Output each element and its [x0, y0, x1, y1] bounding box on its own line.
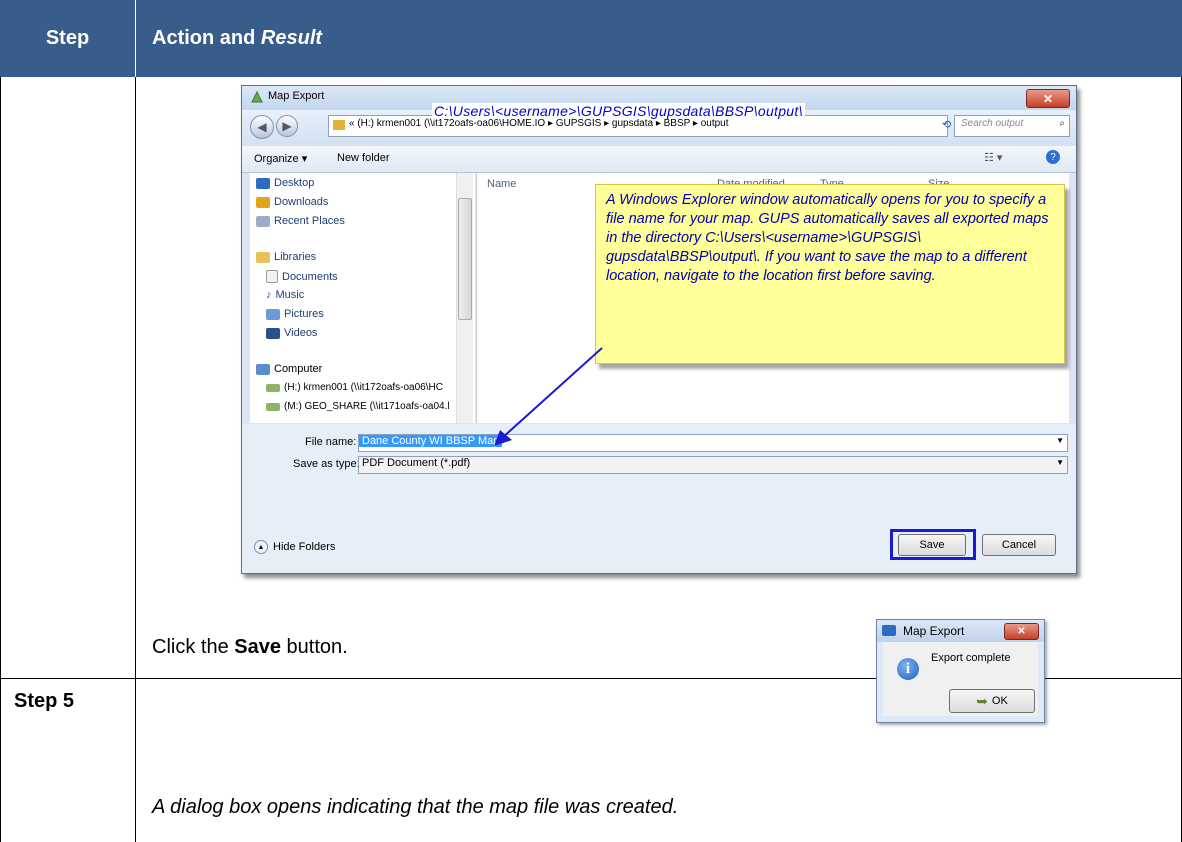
row1-instruction: Click the Save button.: [152, 636, 348, 659]
mini-message: Export complete: [931, 652, 1011, 664]
nav-desktop-label: Desktop: [274, 177, 315, 189]
folder-icon: [333, 120, 345, 130]
new-folder-button[interactable]: New folder: [337, 152, 390, 164]
nav-videos[interactable]: Videos: [266, 327, 317, 339]
nav-videos-label: Videos: [284, 327, 318, 339]
nav-pictures[interactable]: Pictures: [266, 308, 324, 320]
recent-places-icon: [256, 215, 270, 227]
refresh-icon[interactable]: ⟲: [942, 118, 951, 131]
libraries-icon: [256, 251, 270, 263]
export-complete-dialog: Map Export ✕ i Export complete ➥ OK: [876, 619, 1045, 723]
view-icon[interactable]: ☷ ▾: [984, 151, 1002, 164]
nav-downloads[interactable]: Downloads: [256, 196, 328, 208]
mini-title: Map Export: [903, 624, 965, 638]
save-type-select[interactable]: PDF Document (*.pdf) ▼: [358, 456, 1068, 474]
info-icon: i: [897, 658, 919, 680]
computer-icon: [256, 363, 270, 375]
header-action: Action and Result: [152, 0, 322, 77]
close-button[interactable]: ✕: [1026, 89, 1070, 108]
music-icon: ♪: [266, 289, 272, 301]
help-icon[interactable]: ?: [1046, 150, 1060, 164]
mini-body: i Export complete ➥ OK: [883, 642, 1038, 716]
nav-downloads-label: Downloads: [274, 196, 329, 208]
file-name-input[interactable]: Dane County WI BBSP Map ▼: [358, 434, 1068, 452]
save-type-label: Save as type:: [293, 458, 360, 470]
documents-icon: [266, 270, 278, 283]
back-arrow-icon: ◀: [257, 120, 267, 134]
nav-libraries-label: Libraries: [274, 251, 317, 263]
callout-arrow: [494, 347, 603, 446]
arrow-icon: ➥: [976, 692, 988, 709]
dialog-title: Map Export: [268, 90, 325, 102]
navigation-pane: Desktop Downloads Recent Places Librarie…: [250, 173, 475, 423]
ok-label: OK: [991, 695, 1008, 707]
column-name[interactable]: Name: [487, 178, 516, 190]
address-path: « (H:) krmen001 (\\it172oafs-oa06\HOME.I…: [349, 118, 729, 129]
network-drive-icon: [266, 383, 280, 392]
nav-drive-h[interactable]: (H:) krmen001 (\\it172oafs-oa06\HC: [266, 382, 443, 393]
dialog-toolbar: Organize ▾ New folder ☷ ▾ ?: [242, 146, 1076, 173]
header-divider: [135, 0, 136, 77]
nav-scroll-thumb[interactable]: [458, 198, 472, 320]
row2-step-label: Step 5: [14, 690, 75, 712]
chevron-down-icon: ▼: [1056, 458, 1064, 467]
nav-documents[interactable]: Documents: [266, 270, 338, 283]
ok-button[interactable]: ➥ OK: [949, 689, 1035, 713]
mini-titlebar: Map Export ✕: [877, 620, 1044, 642]
header-result-label: Result: [260, 27, 323, 49]
search-placeholder: Search output: [961, 118, 1024, 129]
nav-drive-h-label: (H:) krmen001 (\\it172oafs-oa06\HC: [284, 382, 443, 393]
save-button[interactable]: Save: [898, 534, 966, 556]
nav-documents-label: Documents: [282, 270, 338, 283]
nav-drive-m[interactable]: (M:) GEO_SHARE (\\it171oafs-oa04.l: [266, 401, 450, 412]
desktop-icon: [256, 177, 270, 189]
file-name-label: File name:: [305, 436, 357, 448]
app-icon: [882, 625, 896, 636]
row2-description: A dialog box opens indicating that the m…: [152, 796, 679, 818]
organize-button[interactable]: Organize ▾: [254, 152, 307, 165]
nav-music-label: Music: [275, 289, 305, 301]
nav-desktop[interactable]: Desktop: [256, 177, 314, 189]
header-step: Step: [45, 27, 90, 49]
chevron-down-icon: ▼: [1056, 436, 1064, 445]
forward-arrow-icon: ▶: [282, 119, 292, 133]
row1-suffix: button.: [280, 636, 348, 658]
app-icon: [251, 90, 263, 103]
search-icon: ⌕: [1059, 118, 1065, 129]
header-action-label: Action and: [152, 27, 256, 49]
nav-libraries[interactable]: Libraries: [256, 251, 316, 263]
row1-bold: Save: [234, 636, 281, 658]
cancel-button[interactable]: Cancel: [982, 534, 1056, 556]
nav-music[interactable]: ♪ Music: [266, 289, 304, 301]
nav-computer[interactable]: Computer: [256, 363, 322, 375]
save-type-value: PDF Document (*.pdf): [362, 457, 471, 469]
nav-drive-m-label: (M:) GEO_SHARE (\\it171oafs-oa04.l: [284, 401, 450, 412]
nav-pictures-label: Pictures: [284, 308, 324, 320]
row1-prefix: Click the: [152, 636, 235, 658]
pictures-icon: [266, 308, 280, 320]
forward-button[interactable]: ▶: [276, 115, 298, 137]
hide-folders-toggle[interactable]: ▲ Hide Folders: [254, 540, 335, 554]
downloads-icon: [256, 196, 270, 208]
close-button[interactable]: ✕: [1004, 623, 1039, 640]
network-drive-icon: [266, 402, 280, 411]
nav-recent[interactable]: Recent Places: [256, 215, 345, 227]
address-overlay: C:\Users\<username>\GUPSGIS\gupsdata\BBS…: [432, 103, 805, 119]
hide-folders-label: Hide Folders: [273, 541, 336, 553]
nav-computer-label: Computer: [274, 363, 323, 375]
table-border-col: [135, 77, 136, 842]
videos-icon: [266, 327, 280, 339]
back-button[interactable]: ◀: [250, 115, 274, 139]
search-input[interactable]: Search output ⌕: [954, 115, 1070, 137]
explanation-callout: A Windows Explorer window automatically …: [595, 184, 1065, 364]
chevron-up-icon: ▲: [254, 540, 268, 554]
table-border-left: [0, 77, 1, 842]
nav-recent-label: Recent Places: [274, 215, 345, 227]
